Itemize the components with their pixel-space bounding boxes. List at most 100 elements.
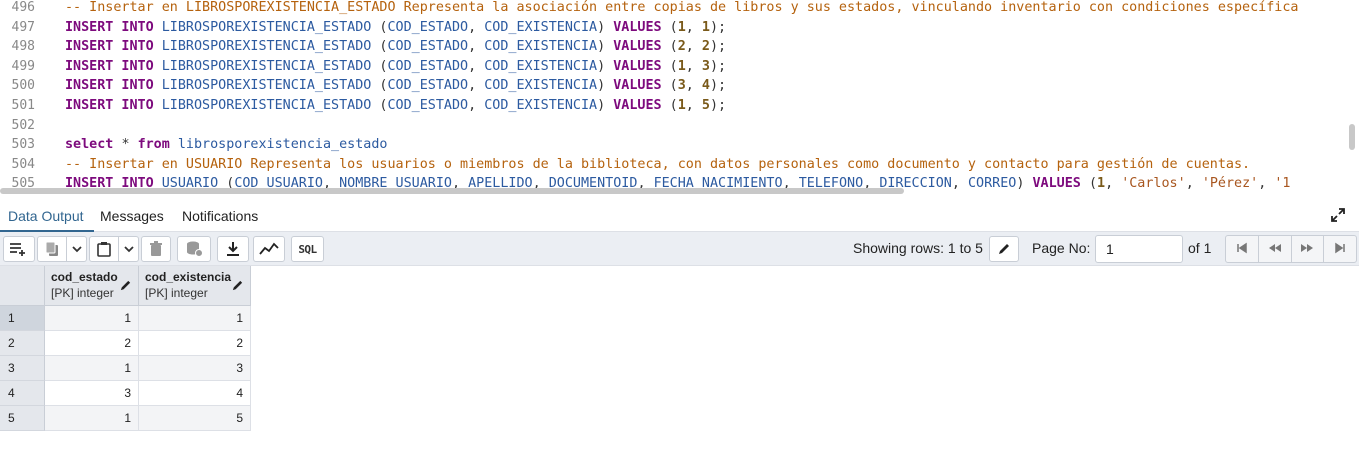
code-token: , [685, 98, 702, 113]
page-number-input[interactable]: 1 [1095, 235, 1183, 263]
delete-row-button[interactable] [141, 236, 171, 262]
edit-rows-button[interactable] [989, 236, 1019, 262]
chevron-down-icon [71, 243, 83, 255]
editor-horizontal-scrollbar[interactable] [0, 188, 904, 194]
code-line[interactable]: 498 INSERT INTO LIBROSPOREXISTENCIA_ESTAD… [0, 37, 1359, 57]
row-number[interactable]: 2 [0, 331, 45, 356]
line-number: 497 [11, 19, 35, 35]
code-token: CORREO [968, 176, 1017, 192]
code-token: COD_ESTADO [387, 78, 469, 94]
sql-editor[interactable]: 496 -- Insertar en LIBROSPOREXISTENCIA_ES… [0, 0, 1359, 196]
column-name: cod_existencia [145, 270, 232, 284]
table-cell[interactable]: 1 [45, 306, 139, 331]
code-token: LIBROSPOREXISTENCIA_ESTADO [161, 39, 380, 55]
editor-vertical-scrollbar[interactable] [1349, 124, 1355, 150]
delete-icon [149, 241, 163, 257]
table-cell[interactable]: 5 [139, 406, 251, 431]
table-cell[interactable]: 4 [139, 381, 251, 406]
row-number[interactable]: 5 [0, 406, 45, 431]
code-token: ) [597, 58, 614, 74]
code-token: COD_EXISTENCIA [484, 19, 598, 35]
column-name: cod_estado [51, 270, 118, 284]
column-header-cod-estado[interactable]: cod_estado [PK] integer [45, 266, 139, 306]
code-token: ( [669, 78, 678, 94]
table-cell[interactable]: 2 [45, 331, 139, 356]
code-line[interactable]: 503 select * from librosporexistencia_est… [0, 135, 1359, 155]
line-number: 502 [11, 117, 35, 133]
code-token: 'Carlos' [1121, 176, 1186, 192]
code-token: , [1105, 176, 1122, 192]
code-token: VALUES [613, 39, 670, 55]
code-token: VALUES [613, 98, 670, 113]
table-row[interactable]: 434 [0, 381, 251, 406]
code-token: 'Pérez' [1201, 176, 1259, 192]
table-cell[interactable]: 3 [45, 381, 139, 406]
code-token: ) [597, 39, 614, 55]
sql-button[interactable]: SQL [291, 236, 324, 262]
code-token: INSERT INTO [65, 39, 162, 55]
tab-messages[interactable]: Messages [100, 208, 164, 224]
first-page-icon [1236, 242, 1248, 257]
table-cell[interactable]: 1 [45, 356, 139, 381]
save-data-button[interactable] [177, 236, 211, 262]
code-token: COD_ESTADO [387, 39, 469, 55]
expand-icon[interactable] [1330, 207, 1346, 223]
code-line[interactable]: 504 -- Insertar en USUARIO Representa los… [0, 155, 1359, 175]
code-token: , [685, 58, 702, 74]
code-token: 1 [677, 19, 686, 35]
code-line[interactable]: 497 INSERT INTO LIBROSPOREXISTENCIA_ESTAD… [0, 18, 1359, 38]
code-token: ); [709, 78, 727, 94]
table-row[interactable]: 313 [0, 356, 251, 381]
add-row-button[interactable] [3, 236, 35, 262]
table-row[interactable]: 515 [0, 406, 251, 431]
code-token: COD_EXISTENCIA [484, 39, 598, 55]
line-number: 499 [11, 58, 35, 74]
code-token: ); [709, 39, 727, 55]
paste-button[interactable] [89, 236, 119, 262]
code-token: ) [597, 98, 614, 113]
tab-data-output[interactable]: Data Output [8, 208, 84, 224]
graph-visualiser-button[interactable] [253, 236, 285, 262]
code-token: COD_ESTADO [387, 58, 469, 74]
code-token: VALUES [613, 58, 670, 74]
table-cell[interactable]: 2 [139, 331, 251, 356]
code-token: COD_EXISTENCIA [484, 58, 598, 74]
code-line[interactable]: 496 -- Insertar en LIBROSPOREXISTENCIA_ES… [0, 0, 1359, 18]
code-text: INSERT INTO LIBROSPOREXISTENCIA_ESTADO (… [65, 76, 726, 96]
row-number[interactable]: 4 [0, 381, 45, 406]
code-token: , [468, 19, 485, 35]
code-token: INSERT INTO [65, 58, 162, 74]
tab-notifications[interactable]: Notifications [182, 208, 258, 224]
code-token: ( [669, 19, 678, 35]
code-line[interactable]: 500 INSERT INTO LIBROSPOREXISTENCIA_ESTAD… [0, 76, 1359, 96]
table-cell[interactable]: 1 [139, 306, 251, 331]
code-token: ) [597, 78, 614, 94]
next-page-button[interactable] [1292, 236, 1325, 262]
copy-options-dropdown[interactable] [67, 236, 87, 262]
copy-button[interactable] [37, 236, 67, 262]
column-type: [PK] integer [145, 286, 208, 300]
page-no-label: Page No: [1032, 240, 1091, 256]
first-page-button[interactable] [1226, 236, 1259, 262]
paste-options-dropdown[interactable] [119, 236, 139, 262]
code-line[interactable]: 499 INSERT INTO LIBROSPOREXISTENCIA_ESTAD… [0, 57, 1359, 77]
code-line[interactable]: 502 [0, 116, 1359, 136]
line-number: 498 [11, 39, 35, 55]
select-all-corner[interactable] [0, 266, 45, 306]
table-row[interactable]: 111 [0, 306, 251, 331]
row-number[interactable]: 1 [0, 306, 45, 331]
code-token: LIBROSPOREXISTENCIA_ESTADO [161, 98, 380, 113]
last-page-button[interactable] [1324, 236, 1356, 262]
sql-icon: SQL [298, 242, 317, 256]
code-token: -- Insertar en LIBROSPOREXISTENCIA_ESTAD… [65, 0, 1299, 15]
column-header-cod-existencia[interactable]: cod_existencia [PK] integer [139, 266, 251, 306]
pagination-controls [1225, 235, 1357, 263]
download-button[interactable] [217, 236, 249, 262]
row-number[interactable]: 3 [0, 356, 45, 381]
code-token: , [951, 176, 968, 192]
prev-page-button[interactable] [1259, 236, 1292, 262]
table-cell[interactable]: 3 [139, 356, 251, 381]
table-cell[interactable]: 1 [45, 406, 139, 431]
code-line[interactable]: 501 INSERT INTO LIBROSPOREXISTENCIA_ESTAD… [0, 96, 1359, 116]
table-row[interactable]: 222 [0, 331, 251, 356]
